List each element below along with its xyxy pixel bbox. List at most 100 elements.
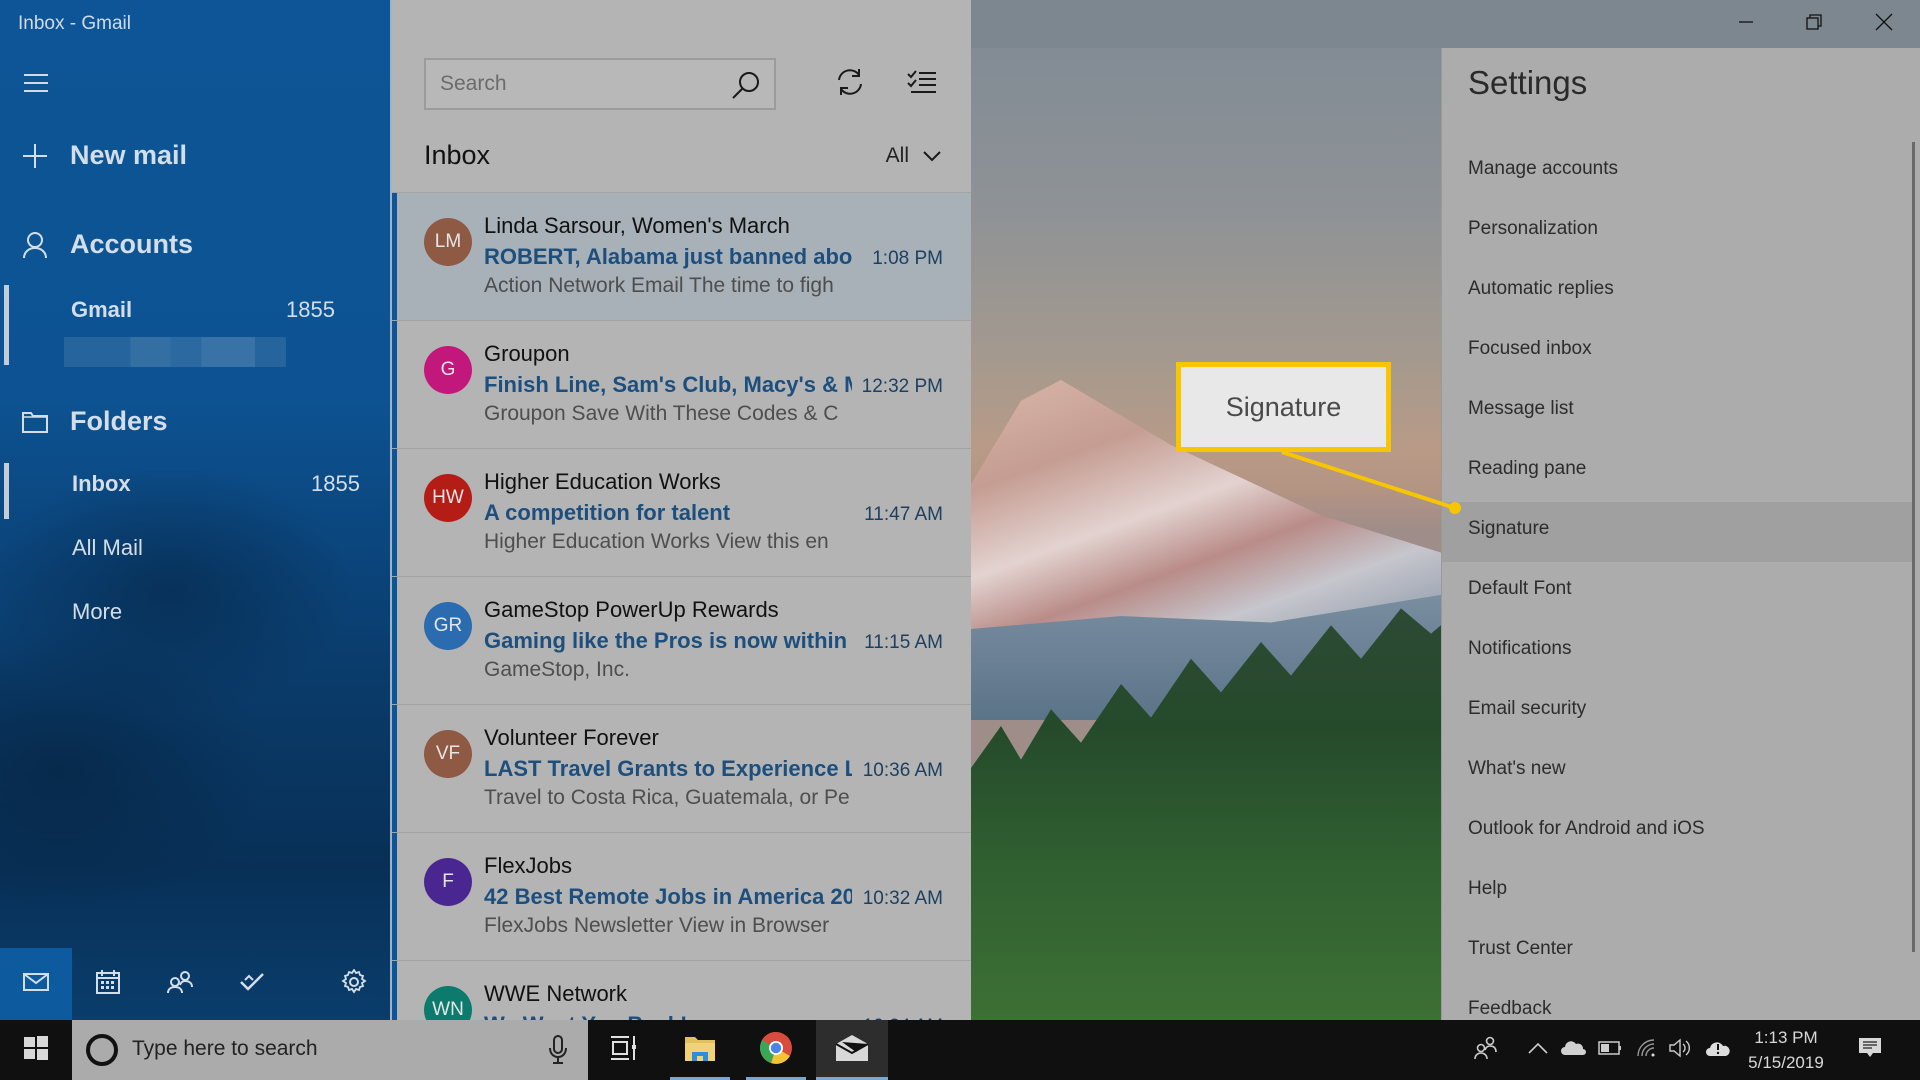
settings-item-help[interactable]: Help [1442,862,1912,922]
checklist-icon [907,69,937,100]
wifi-icon [1637,1038,1657,1062]
redacted-email-address [64,337,286,367]
message-row[interactable]: VF Volunteer Forever LAST Travel Grants to… [392,704,971,832]
settings-item-signature[interactable]: Signature [1442,502,1912,562]
calendar-button[interactable] [72,948,144,1020]
windows-logo-icon [24,1035,48,1065]
chevron-down-icon [923,144,941,168]
restore-button[interactable] [1780,0,1848,48]
message-row[interactable]: F FlexJobs 42 Best Remote Jobs in America … [392,832,971,960]
account-gmail[interactable]: Gmail 1855 [0,285,390,367]
folder-all-mail[interactable]: All Mail [0,525,390,577]
message-sender: Groupon [484,341,570,366]
sender-avatar: HW [424,474,472,522]
settings-item-focused-inbox[interactable]: Focused inbox [1442,322,1912,382]
folder-name: Inbox [72,471,131,496]
message-row[interactable]: GR GameStop PowerUp Rewards Gaming like th… [392,576,971,704]
start-button[interactable] [0,1020,72,1080]
task-view-button[interactable] [588,1020,660,1080]
search-input[interactable] [440,70,720,98]
message-list-pane: Inbox All LM Linda Sarsour, Women's March… [390,0,971,1020]
filter-dropdown[interactable]: All [886,144,941,168]
message-sender: Linda Sarsour, Women's March [484,213,790,238]
people-tray-button[interactable] [1466,1020,1506,1080]
system-clock[interactable]: 1:13 PM 5/15/2019 [1736,1025,1836,1075]
notification-icon [1858,1037,1882,1064]
message-time: 12:32 PM [861,376,943,397]
account-color-bar [392,833,397,960]
settings-item-default-font[interactable]: Default Font [1442,562,1912,622]
settings-item-label: Signature [1468,518,1550,539]
message-sender: FlexJobs [484,853,573,878]
microphone-icon[interactable] [548,1034,568,1071]
settings-item-automatic-replies[interactable]: Automatic replies [1442,262,1912,322]
network-tray[interactable] [1630,1020,1664,1080]
settings-scrollbar[interactable] [1912,142,1915,952]
settings-item-personalization[interactable]: Personalization [1442,202,1912,262]
mail-app-button[interactable] [816,1020,888,1080]
app-switcher-bar [0,948,390,1020]
settings-title: Settings [1468,64,1588,101]
folder-inbox[interactable]: Inbox 1855 [0,461,390,519]
settings-item-trust-center[interactable]: Trust Center [1442,922,1912,982]
cloud-alert-tray[interactable] [1700,1020,1736,1080]
message-preview: Travel to Costa Rica, Guatemala, or Pe [484,786,850,809]
selection-mode-button[interactable] [902,64,942,104]
file-explorer-button[interactable] [664,1020,736,1080]
chrome-icon [759,1031,793,1070]
sender-avatar: GR [424,602,472,650]
settings-item-notifications[interactable]: Notifications [1442,622,1912,682]
search-icon[interactable] [732,71,760,104]
message-subject: LAST Travel Grants to Experience La [484,756,852,781]
window-title: Inbox - Gmail [18,13,131,34]
action-center-button[interactable] [1848,1020,1892,1080]
settings-item-outlook-for-android-and-ios[interactable]: Outlook for Android and iOS [1442,802,1912,862]
folders-button[interactable]: Folders [0,406,168,437]
folder-unread-count: 1855 [311,471,360,496]
minimize-button[interactable] [1712,0,1780,48]
taskbar-search-box[interactable]: Type here to search [72,1020,588,1080]
sender-avatar: VF [424,730,472,778]
message-row[interactable]: LM Linda Sarsour, Women's March ROBERT, Al… [392,192,971,320]
hamburger-menu-button[interactable] [24,74,48,94]
message-row[interactable]: G Groupon Finish Line, Sam's Club, Macy's … [392,320,971,448]
calendar-icon [96,969,120,999]
new-mail-button[interactable]: New mail [0,140,187,171]
settings-button[interactable] [318,948,390,1020]
people-icon [167,970,193,999]
mail-app-icon [835,1034,869,1067]
settings-item-label: Personalization [1468,218,1598,239]
settings-item-label: Trust Center [1468,938,1573,959]
close-button[interactable] [1850,0,1918,48]
todo-icon [239,972,265,997]
sync-button[interactable] [830,64,870,104]
settings-item-message-list[interactable]: Message list [1442,382,1912,442]
chrome-button[interactable] [740,1020,812,1080]
sender-avatar: F [424,858,472,906]
folder-title: Inbox [424,140,491,170]
people-button[interactable] [144,948,216,1020]
folder-more[interactable]: More [0,589,390,641]
message-time: 11:15 AM [864,632,943,653]
mail-button[interactable] [0,948,72,1020]
navigation-pane: Inbox - Gmail New mail Accounts Gmail 18… [0,0,390,1020]
settings-item-manage-accounts[interactable]: Manage accounts [1442,142,1912,202]
settings-item-label: Default Font [1468,578,1572,599]
volume-tray[interactable] [1664,1020,1698,1080]
message-row[interactable]: HW Higher Education Works A competition fo… [392,448,971,576]
settings-item-reading-pane[interactable]: Reading pane [1442,442,1912,502]
volume-icon [1669,1038,1693,1063]
settings-item-label: Automatic replies [1468,278,1614,299]
account-color-bar [392,193,397,320]
message-row[interactable]: WNWWE NetworkWe Want You Back!10:24 AM [392,960,971,1020]
callout-box: Signature [1176,362,1391,452]
settings-item-what-s-new[interactable]: What's new [1442,742,1912,802]
settings-item-email-security[interactable]: Email security [1442,682,1912,742]
people-icon [1474,1036,1498,1065]
accounts-button[interactable]: Accounts [0,229,193,260]
show-hidden-icons-button[interactable] [1520,1020,1556,1080]
todo-button[interactable] [216,948,288,1020]
onedrive-tray[interactable] [1556,1020,1592,1080]
message-subject: Finish Line, Sam's Club, Macy's & Mo [484,372,852,397]
battery-tray[interactable] [1592,1020,1628,1080]
